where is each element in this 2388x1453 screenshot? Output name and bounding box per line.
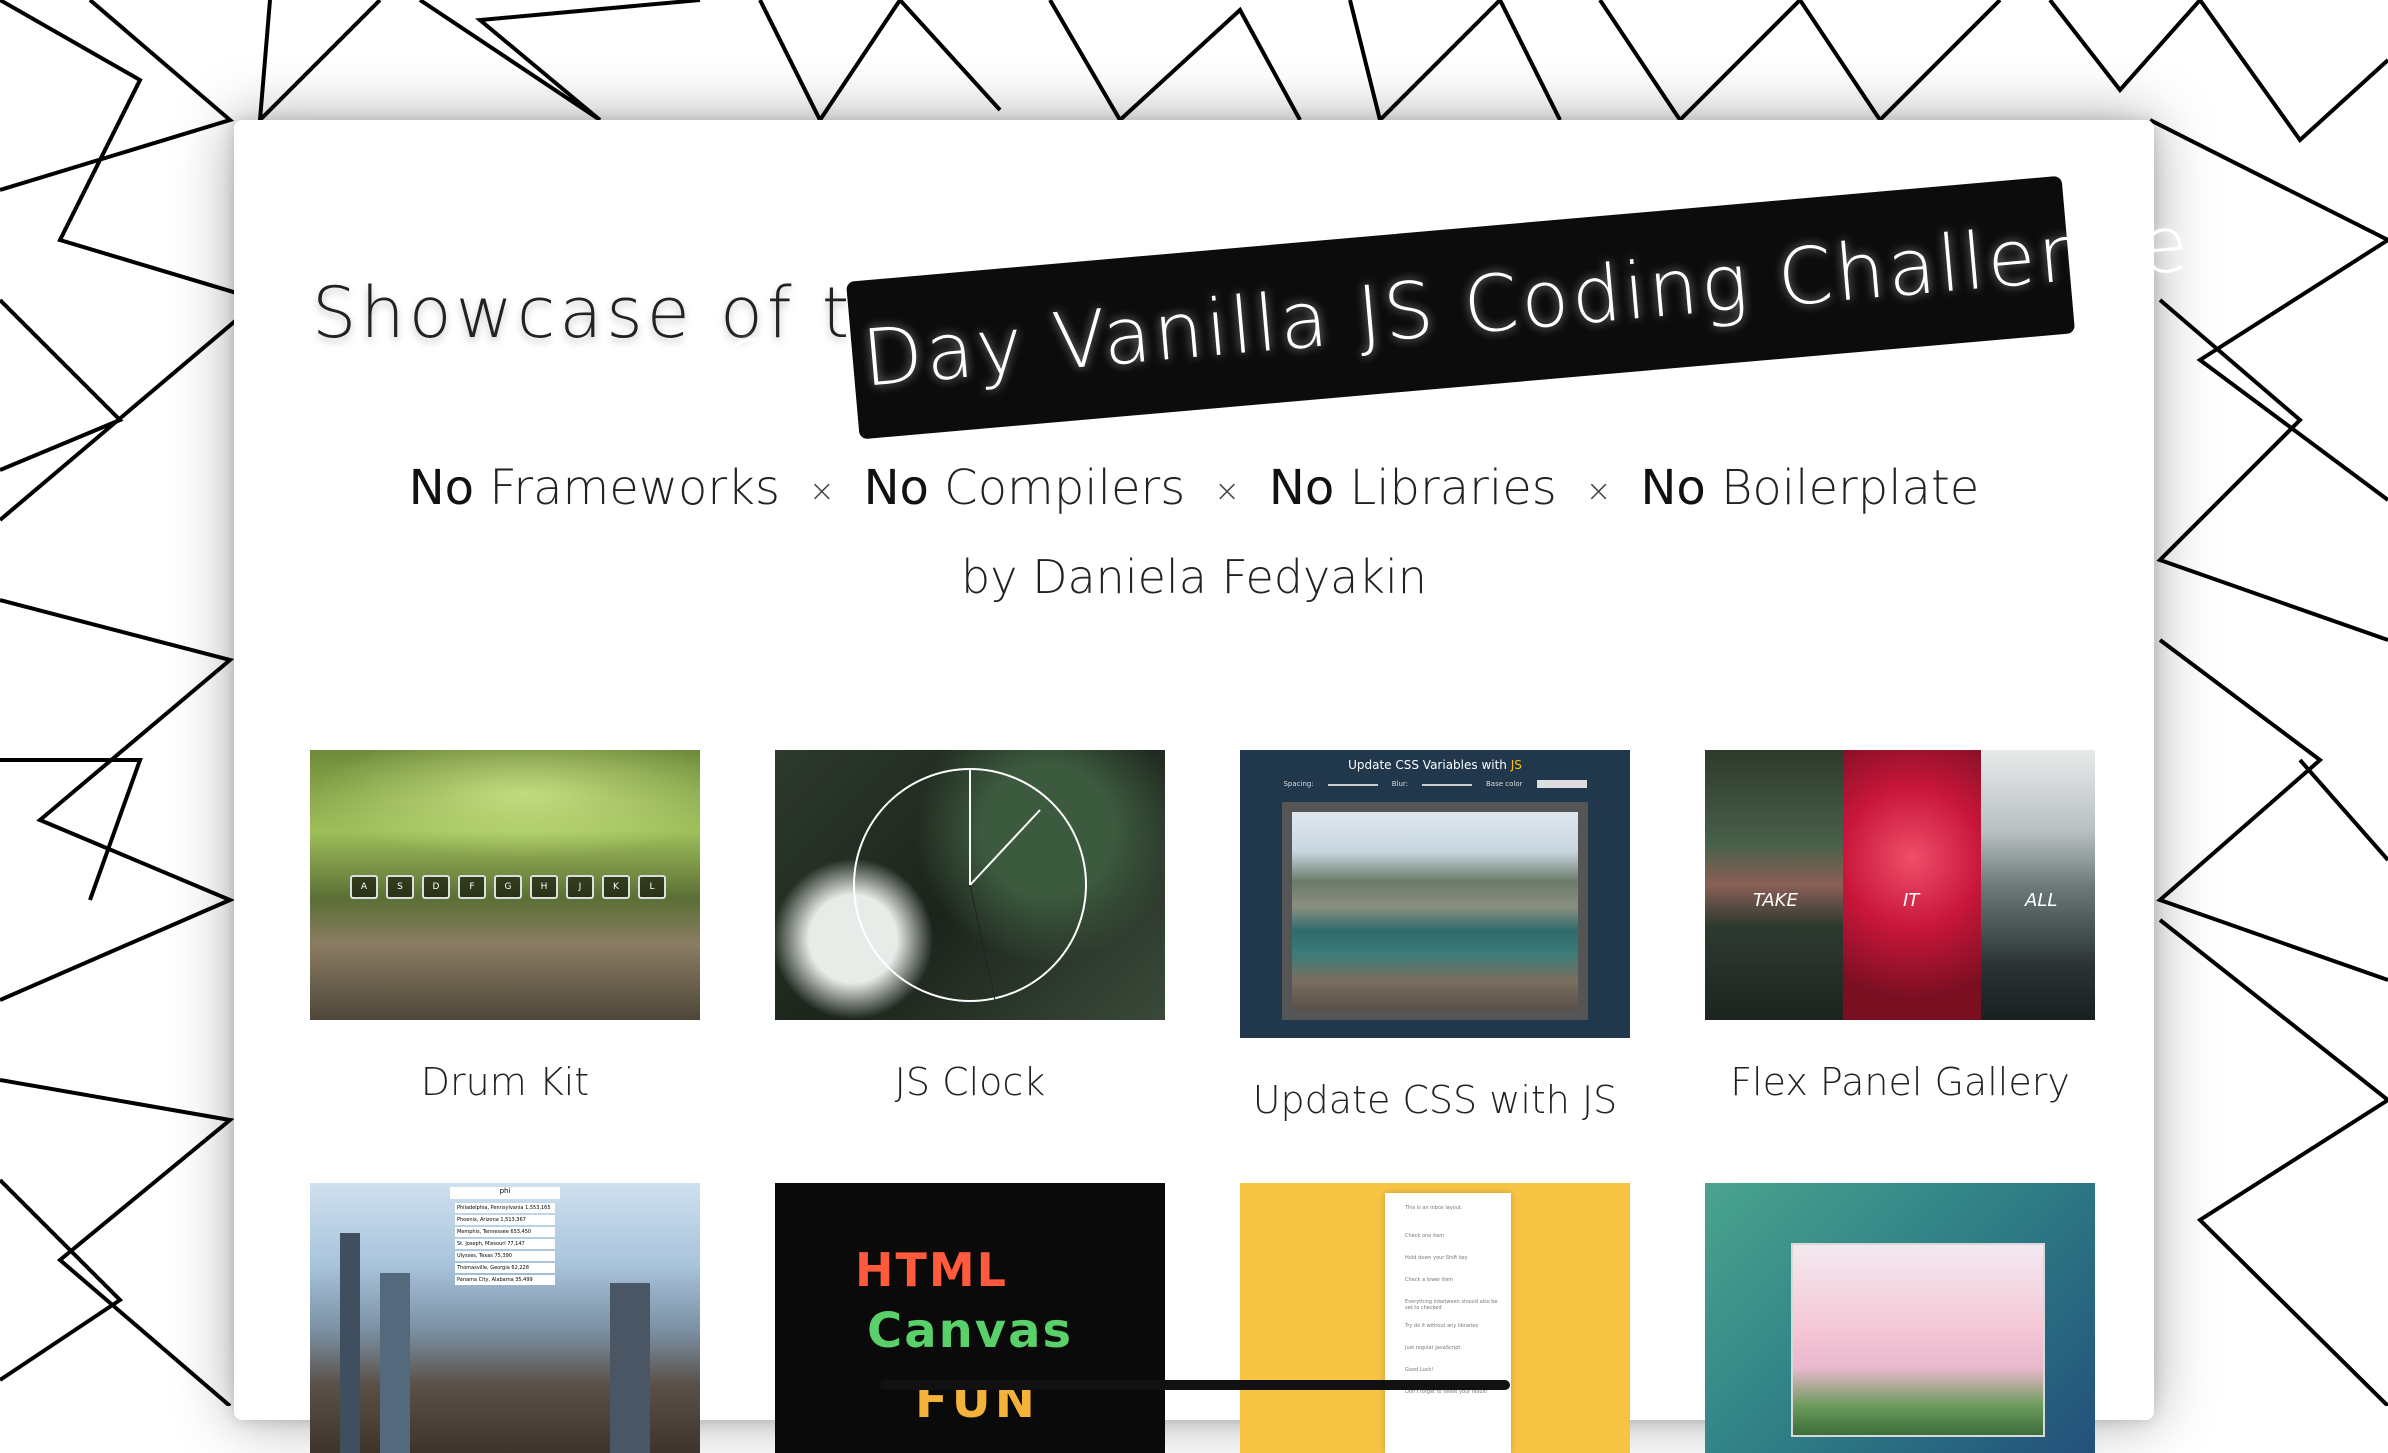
thumb-title: Update CSS Variables with [1348,758,1507,772]
city-item: Phoenix, Arizona 1,513,367 [455,1215,555,1225]
project-js-clock[interactable]: JS Clock [775,750,1165,1104]
inbox-item: Check one item [1405,1233,1445,1239]
project-label[interactable]: JS Clock [775,1060,1165,1104]
showcase-card: Showcase of the 30 Day Vanilla JS Coding… [234,120,2195,1453]
title-banner-text: 30 Day Vanilla JS Coding Challenge [726,198,2195,417]
video-frame [1791,1243,2045,1437]
update-css-thumbnail[interactable]: Update CSS Variables with JS Spacing: Bl… [1240,750,1630,1038]
subtitle-no-1: No [408,460,474,516]
subtitle-word-1: Frameworks [489,460,780,516]
inbox-item: This is an inbox layout. [1405,1205,1463,1211]
home-indicator [880,1380,1510,1390]
flex-panel-thumbnail[interactable]: TAKE IT ALL [1705,750,2095,1020]
thumb-title-accent: JS [1510,758,1522,772]
drum-key-s: S [386,875,414,899]
canvas-art-html: HTML [855,1243,1008,1297]
subtitle-no-4: No [1640,460,1706,516]
project-label[interactable]: Update CSS with JS [1240,1078,1630,1122]
project-label[interactable]: Flex Panel Gallery [1705,1060,2095,1104]
canvas-art-canvas: Canvas [867,1303,1074,1359]
city-item: Ulysses, Texas 75,390 [455,1251,555,1261]
subtitle-no-2: No [863,460,929,516]
project-type-ahead[interactable]: phi Philadelphia, Pennsylvania 1,553,165… [310,1183,700,1453]
city-item: Philadelphia, Pennsylvania 1,553,165 [455,1203,555,1213]
subtitle-word-3: Libraries [1349,460,1557,516]
city-list: Philadelphia, Pennsylvania 1,553,165 Pho… [455,1203,555,1287]
inbox-item: Good Luck! [1405,1367,1434,1373]
drum-key-h: H [530,875,558,899]
city-item: St. Joseph, Missouri 77,147 [455,1239,555,1249]
drum-key-j: J [566,875,594,899]
inbox-panel: This is an inbox layout. Check one item … [1385,1193,1511,1453]
drum-key-l: L [638,875,666,899]
drum-key-f: F [458,875,486,899]
spacing-slider [1327,784,1378,786]
skyline-building [340,1233,360,1453]
separator: × [1214,473,1240,509]
subtitle-no-3: No [1268,460,1335,516]
drum-key-k: K [602,875,630,899]
lake-image [1282,802,1588,1020]
project-html-canvas-fun[interactable]: HTML Canvas FUN [775,1183,1165,1453]
checkboxes-thumbnail[interactable]: This is an inbox layout. Check one item … [1240,1183,1630,1453]
inbox-item: Check a lower item [1405,1277,1454,1283]
clock-face-icon [853,768,1087,1002]
panel-word-it: IT [1903,890,1920,911]
project-label[interactable]: Drum Kit [310,1060,700,1104]
project-video-player[interactable] [1705,1183,2095,1453]
html-canvas-thumbnail[interactable]: HTML Canvas FUN [775,1183,1165,1453]
control-color-label: Base color [1486,780,1523,788]
blur-slider [1422,784,1472,786]
inbox-item: Try do it without any libraries [1405,1323,1479,1329]
panel-house [1705,750,1843,1020]
city-item: Panama City, Alabama 35,499 [455,1275,555,1285]
project-flex-panel-gallery[interactable]: TAKE IT ALL Flex Panel Gallery [1705,750,2095,1104]
city-item: Memphis, Tennessee 653,450 [455,1227,555,1237]
type-ahead-thumbnail[interactable]: phi Philadelphia, Pennsylvania 1,553,165… [310,1183,700,1453]
inbox-item: Hold down your Shift key [1405,1255,1468,1261]
subtitle: No Frameworks × No Compilers × No Librar… [234,460,2154,516]
skyline-building [610,1283,650,1453]
js-clock-thumbnail[interactable] [775,750,1165,1020]
subtitle-word-2: Compilers [944,460,1186,516]
project-drum-kit[interactable]: A S D F G H J K L Drum Kit [310,750,700,1104]
video-player-thumbnail[interactable] [1705,1183,2095,1453]
panel-flower [1843,750,1981,1020]
drum-key-g: G [494,875,522,899]
control-spacing-label: Spacing: [1283,780,1314,788]
search-input: phi [450,1187,560,1199]
panel-word-all: ALL [2025,890,2058,911]
project-checkboxes[interactable]: This is an inbox layout. Check one item … [1240,1183,1630,1453]
subtitle-word-4: Boilerplate [1720,460,1980,516]
city-item: Thomasville, Georgia 62,228 [455,1263,555,1273]
project-update-css[interactable]: Update CSS Variables with JS Spacing: Bl… [1240,750,1630,1122]
inbox-item: Everything inbetween should also be set … [1405,1299,1498,1311]
control-blur-label: Blur: [1391,780,1408,788]
panel-lake [1981,750,2095,1020]
panel-word-take: TAKE [1753,890,1798,911]
inbox-item: Just regular JavaScript [1405,1345,1461,1351]
separator: × [809,473,835,509]
skyline-building [380,1273,410,1453]
color-picker [1536,780,1587,788]
drum-key-d: D [422,875,450,899]
author-byline: by Daniela Fedyakin [961,550,1427,604]
separator: × [1586,473,1612,509]
drum-key-a: A [350,875,378,899]
drum-kit-thumbnail[interactable]: A S D F G H J K L [310,750,700,1020]
title-banner: 30 Day Vanilla JS Coding Challenge [726,175,2195,440]
